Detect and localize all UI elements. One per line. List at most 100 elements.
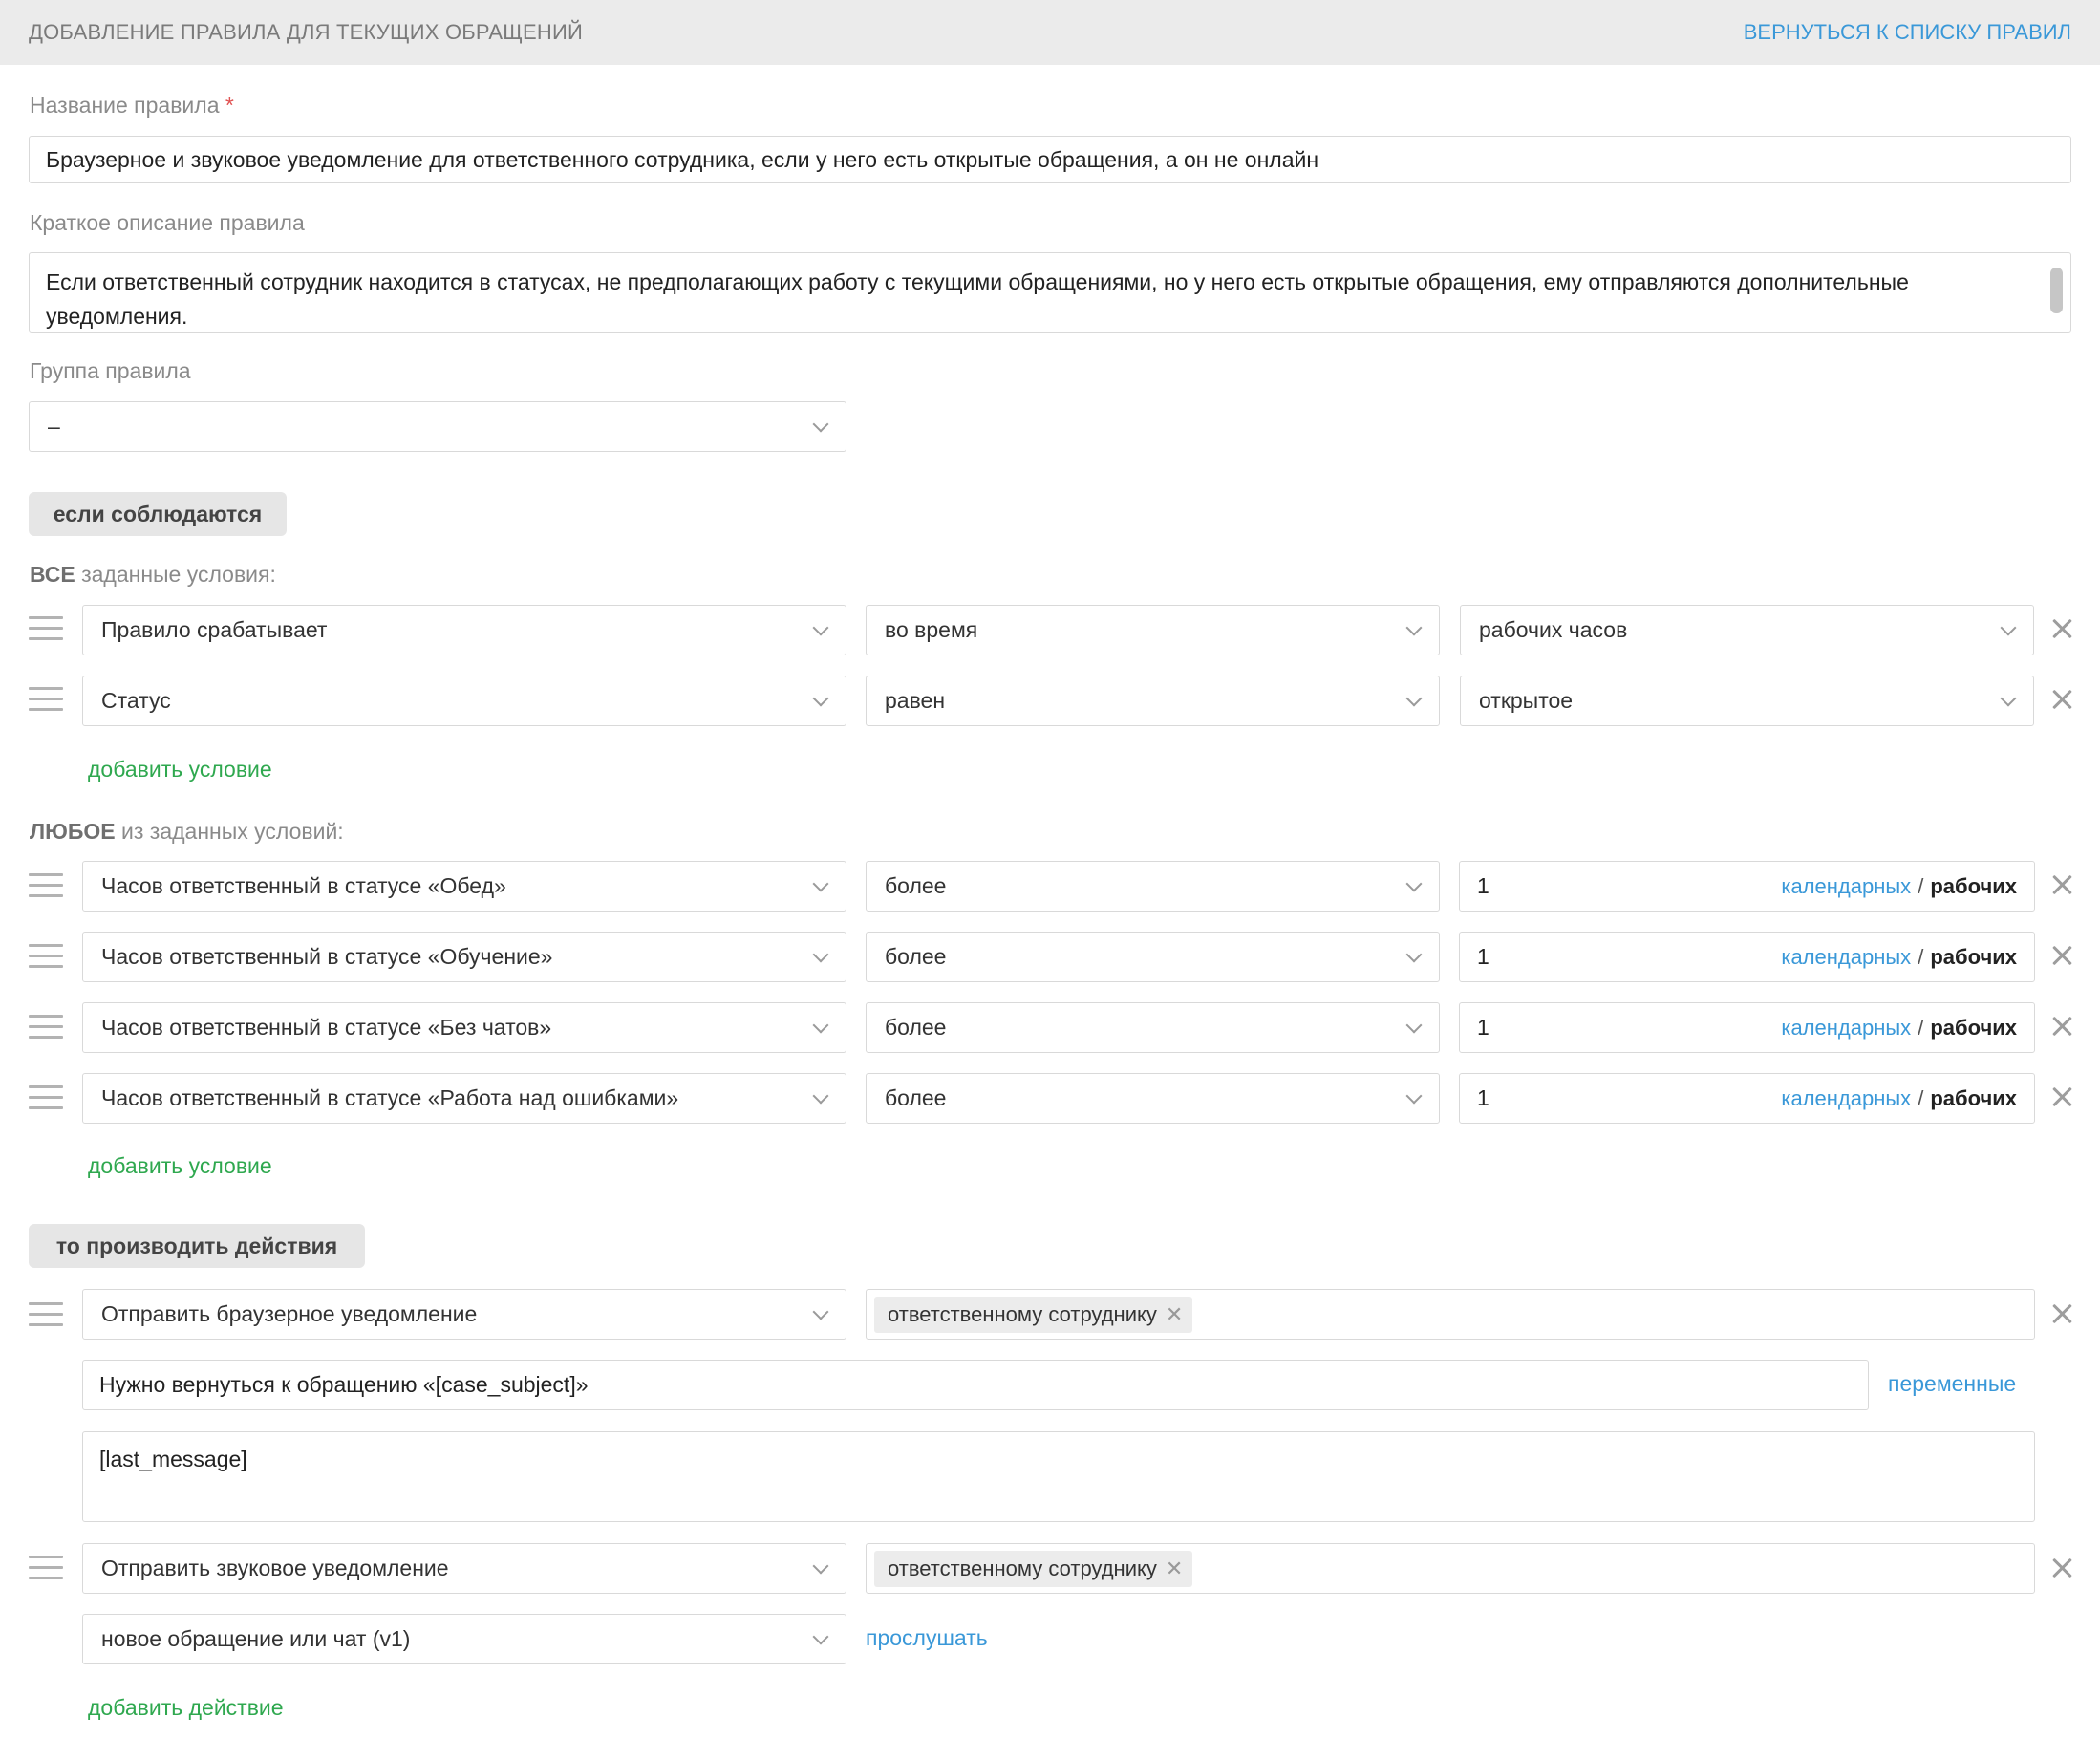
hours-value: 1 <box>1477 1015 1489 1040</box>
chevron-down-icon <box>2000 690 2017 706</box>
condition-value-select[interactable]: рабочих часов <box>1460 605 2034 655</box>
unit-calendar-link[interactable]: календарных <box>1781 1086 1911 1110</box>
rule-group-label: Группа правила <box>30 358 191 383</box>
rule-group-select[interactable]: – <box>29 401 846 452</box>
actions-section-label: то производить действия <box>29 1224 365 1268</box>
condition-field-value: Часов ответственный в статусе «Обучение» <box>101 944 553 969</box>
condition-operator-value: равен <box>885 688 946 713</box>
hours-input[interactable]: 1 календарных / рабочих <box>1459 1002 2035 1053</box>
recipient-tag-input[interactable]: ответственному сотруднику ✕ <box>866 1289 2035 1340</box>
remove-condition-icon[interactable] <box>2049 687 2074 712</box>
notification-body-textarea[interactable]: [last_message] <box>82 1431 2035 1522</box>
action-type-select[interactable]: Отправить браузерное уведомление <box>82 1289 846 1340</box>
drag-handle-icon[interactable] <box>29 1300 63 1329</box>
hours-input[interactable]: 1 календарных / рабочих <box>1459 1073 2035 1124</box>
condition-operator-select[interactable]: более <box>866 861 1440 912</box>
any-heading-rest: из заданных условий: <box>115 819 344 844</box>
rule-name-value: Браузерное и звуковое уведомление для от… <box>46 146 1319 172</box>
remove-condition-icon[interactable] <box>2049 1014 2074 1039</box>
rule-description-textarea[interactable]: Если ответственный сотрудник находится в… <box>29 252 2071 333</box>
unit-calendar-link[interactable]: календарных <box>1781 1016 1911 1040</box>
all-heading-rest: заданные условия: <box>75 562 276 587</box>
add-condition-link-any[interactable]: добавить условие <box>88 1153 272 1179</box>
notification-subject-input[interactable]: Нужно вернуться к обращению «[case_subje… <box>82 1360 1869 1410</box>
condition-value: рабочих часов <box>1479 617 1628 642</box>
condition-operator-select[interactable]: более <box>866 932 1440 982</box>
back-to-rules-link[interactable]: ВЕРНУТЬСЯ К СПИСКУ ПРАВИЛ <box>1744 20 2071 45</box>
hours-value: 1 <box>1477 944 1489 969</box>
condition-operator-value: более <box>885 1015 947 1040</box>
add-condition-link-all[interactable]: добавить условие <box>88 757 272 783</box>
add-action-link[interactable]: добавить действие <box>88 1695 284 1721</box>
condition-operator-select[interactable]: равен <box>866 676 1440 726</box>
action-type-select[interactable]: Отправить звуковое уведомление <box>82 1543 846 1594</box>
drag-handle-icon[interactable] <box>29 685 63 714</box>
drag-handle-icon[interactable] <box>29 1554 63 1582</box>
rule-editor-page: ДОБАВЛЕНИЕ ПРАВИЛА ДЛЯ ТЕКУЩИХ ОБРАЩЕНИЙ… <box>0 0 2100 1760</box>
drag-handle-icon[interactable] <box>29 614 63 643</box>
condition-field-select[interactable]: Часов ответственный в статусе «Обед» <box>82 861 846 912</box>
chevron-down-icon <box>1405 1017 1423 1033</box>
drag-handle-icon[interactable] <box>29 942 63 971</box>
rule-name-label-text: Название правила <box>30 93 220 118</box>
unit-calendar-link[interactable]: календарных <box>1781 945 1911 969</box>
action-type-value: Отправить браузерное уведомление <box>101 1301 478 1326</box>
condition-field-select[interactable]: Правило срабатывает <box>82 605 846 655</box>
sound-select[interactable]: новое обращение или чат (v1) <box>82 1614 846 1664</box>
drag-handle-icon[interactable] <box>29 1013 63 1041</box>
listen-link[interactable]: прослушать <box>866 1625 988 1651</box>
chevron-down-icon <box>1405 690 1423 706</box>
rule-group-value: – <box>48 414 60 439</box>
chevron-down-icon <box>812 875 829 891</box>
remove-condition-icon[interactable] <box>2049 616 2074 641</box>
unit-calendar-link[interactable]: календарных <box>1781 874 1911 898</box>
unit-working-link[interactable]: рабочих <box>1930 1086 2017 1110</box>
condition-value-select[interactable]: открытое <box>1460 676 2034 726</box>
chevron-down-icon <box>812 1017 829 1033</box>
drag-handle-icon[interactable] <box>29 1084 63 1112</box>
unit-working-link[interactable]: рабочих <box>1930 945 2017 969</box>
condition-field-select[interactable]: Часов ответственный в статусе «Обучение» <box>82 932 846 982</box>
chevron-down-icon <box>1405 946 1423 962</box>
recipient-tag-label: ответственному сотруднику <box>888 1301 1157 1326</box>
condition-field-select[interactable]: Часов ответственный в статусе «Без чатов… <box>82 1002 846 1053</box>
unit-working-link[interactable]: рабочих <box>1930 1016 2017 1040</box>
remove-tag-icon[interactable]: ✕ <box>1166 1302 1183 1327</box>
scrollbar-thumb[interactable] <box>2050 268 2063 313</box>
unit-separator: / <box>1918 1015 1924 1040</box>
recipient-tag-input[interactable]: ответственному сотруднику ✕ <box>866 1543 2035 1594</box>
unit-separator: / <box>1918 873 1924 898</box>
remove-action-icon[interactable] <box>2049 1301 2074 1326</box>
condition-operator-select[interactable]: во время <box>866 605 1440 655</box>
rule-name-input[interactable]: Браузерное и звуковое уведомление для от… <box>29 136 2071 183</box>
condition-field-value: Статус <box>101 688 171 713</box>
unit-working-link[interactable]: рабочих <box>1930 874 2017 898</box>
drag-handle-icon[interactable] <box>29 871 63 900</box>
sound-value: новое обращение или чат (v1) <box>101 1626 411 1651</box>
conditions-section-label: если соблюдаются <box>29 492 287 536</box>
chevron-down-icon <box>812 1557 829 1574</box>
condition-operator-select[interactable]: более <box>866 1073 1440 1124</box>
condition-operator-value: более <box>885 873 947 898</box>
condition-field-value: Часов ответственный в статусе «Работа на… <box>101 1085 679 1110</box>
variables-link[interactable]: переменные <box>1888 1371 2016 1397</box>
condition-operator-value: во время <box>885 617 978 642</box>
hours-input[interactable]: 1 календарных / рабочих <box>1459 861 2035 912</box>
condition-field-select[interactable]: Часов ответственный в статусе «Работа на… <box>82 1073 846 1124</box>
remove-tag-icon[interactable]: ✕ <box>1166 1556 1183 1581</box>
remove-action-icon[interactable] <box>2049 1556 2074 1580</box>
chevron-down-icon <box>1405 875 1423 891</box>
chevron-down-icon <box>812 1303 829 1320</box>
condition-operator-select[interactable]: более <box>866 1002 1440 1053</box>
chevron-down-icon <box>812 690 829 706</box>
remove-condition-icon[interactable] <box>2049 1084 2074 1109</box>
notification-subject-value: Нужно вернуться к обращению «[case_subje… <box>99 1372 589 1397</box>
remove-condition-icon[interactable] <box>2049 872 2074 897</box>
required-mark: * <box>225 93 234 118</box>
chevron-down-icon <box>812 619 829 635</box>
hours-input[interactable]: 1 календарных / рабочих <box>1459 932 2035 982</box>
any-conditions-heading: ЛЮБОЕ из заданных условий: <box>30 819 344 845</box>
hours-value: 1 <box>1477 1085 1489 1110</box>
condition-field-select[interactable]: Статус <box>82 676 846 726</box>
remove-condition-icon[interactable] <box>2049 943 2074 968</box>
